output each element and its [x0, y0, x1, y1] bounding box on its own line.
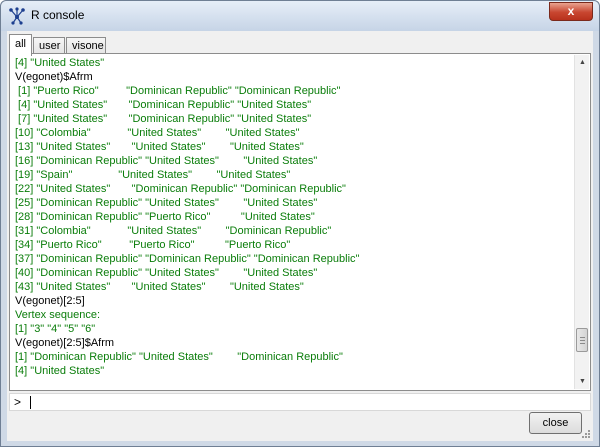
window-close-button[interactable]: x [549, 2, 593, 21]
scrollbar-thumb[interactable] [576, 328, 588, 352]
command-input[interactable] [28, 395, 588, 410]
client-area: all user visone [4] "United States" V(ego… [7, 31, 593, 441]
grip-line [580, 337, 585, 338]
resize-grip-icon[interactable] [581, 429, 591, 439]
console-output-line: [31] "Colombia" "United States" "Dominic… [15, 225, 332, 237]
console-command-line: V(egonet)[2:5] [15, 295, 85, 307]
grip-line [580, 343, 585, 344]
text-caret [30, 396, 31, 409]
console-output-line: [16] "Dominican Republic" "United States… [15, 155, 318, 167]
console-output-line: [37] "Dominican Republic" "Dominican Rep… [15, 253, 360, 265]
console-output-line: [1] "Puerto Rico" "Dominican Republic" "… [15, 85, 341, 97]
tab-all[interactable]: all [9, 34, 32, 56]
console-output-line: [4] "United States" "Dominican Republic"… [15, 99, 312, 111]
grip-line [580, 340, 585, 341]
console-output-line: [7] "United States" "Dominican Republic"… [15, 113, 312, 125]
console-output-line: [25] "Dominican Republic" "United States… [15, 197, 318, 209]
scroll-up-arrow-icon[interactable]: ▲ [575, 55, 590, 70]
console-output-line: [4] "United States" [15, 57, 105, 69]
console-output-line: [43] "United States" "United States" "Un… [15, 281, 304, 293]
r-console-window: R console x all user visone [4] "United … [0, 0, 600, 447]
console-command-line: V(egonet)[2:5]$Afrm [15, 337, 115, 349]
command-input-row: > [9, 393, 591, 411]
console-output-line: Vertex sequence: [15, 309, 101, 321]
vertical-scrollbar[interactable]: ▲ ▼ [574, 55, 589, 389]
window-title: R console [31, 8, 85, 22]
title-bar[interactable]: R console x [1, 1, 599, 31]
console-output-line: [28] "Dominican Republic" "Puerto Rico" … [15, 211, 315, 223]
console-output-line: [4] "United States" [15, 365, 105, 377]
close-button[interactable]: close [529, 412, 582, 434]
console-output-line: [40] "Dominican Republic" "United States… [15, 267, 318, 279]
console-panel: [4] "United States" V(egonet)$Afrm [1] "P… [9, 53, 591, 391]
scroll-down-arrow-icon[interactable]: ▼ [575, 374, 590, 389]
console-output-line: [22] "United States" "Dominican Republic… [15, 183, 346, 195]
console-output-line: [1] "Dominican Republic" "United States"… [15, 351, 343, 363]
prompt-symbol: > [14, 395, 22, 409]
console-command-line: V(egonet)$Afrm [15, 71, 93, 83]
network-graph-icon [9, 7, 25, 25]
console-output-line: [1] "3" "4" "5" "6" [15, 323, 96, 335]
console-output[interactable]: [4] "United States" V(egonet)$Afrm [1] "P… [11, 55, 575, 389]
console-output-line: [13] "United States" "United States" "Un… [15, 141, 304, 153]
console-output-line: [34] "Puerto Rico" "Puerto Rico" "Puerto… [15, 239, 291, 251]
console-output-line: [10] "Colombia" "United States" "United … [15, 127, 300, 139]
console-output-line: [19] "Spain" "United States" "United Sta… [15, 169, 291, 181]
